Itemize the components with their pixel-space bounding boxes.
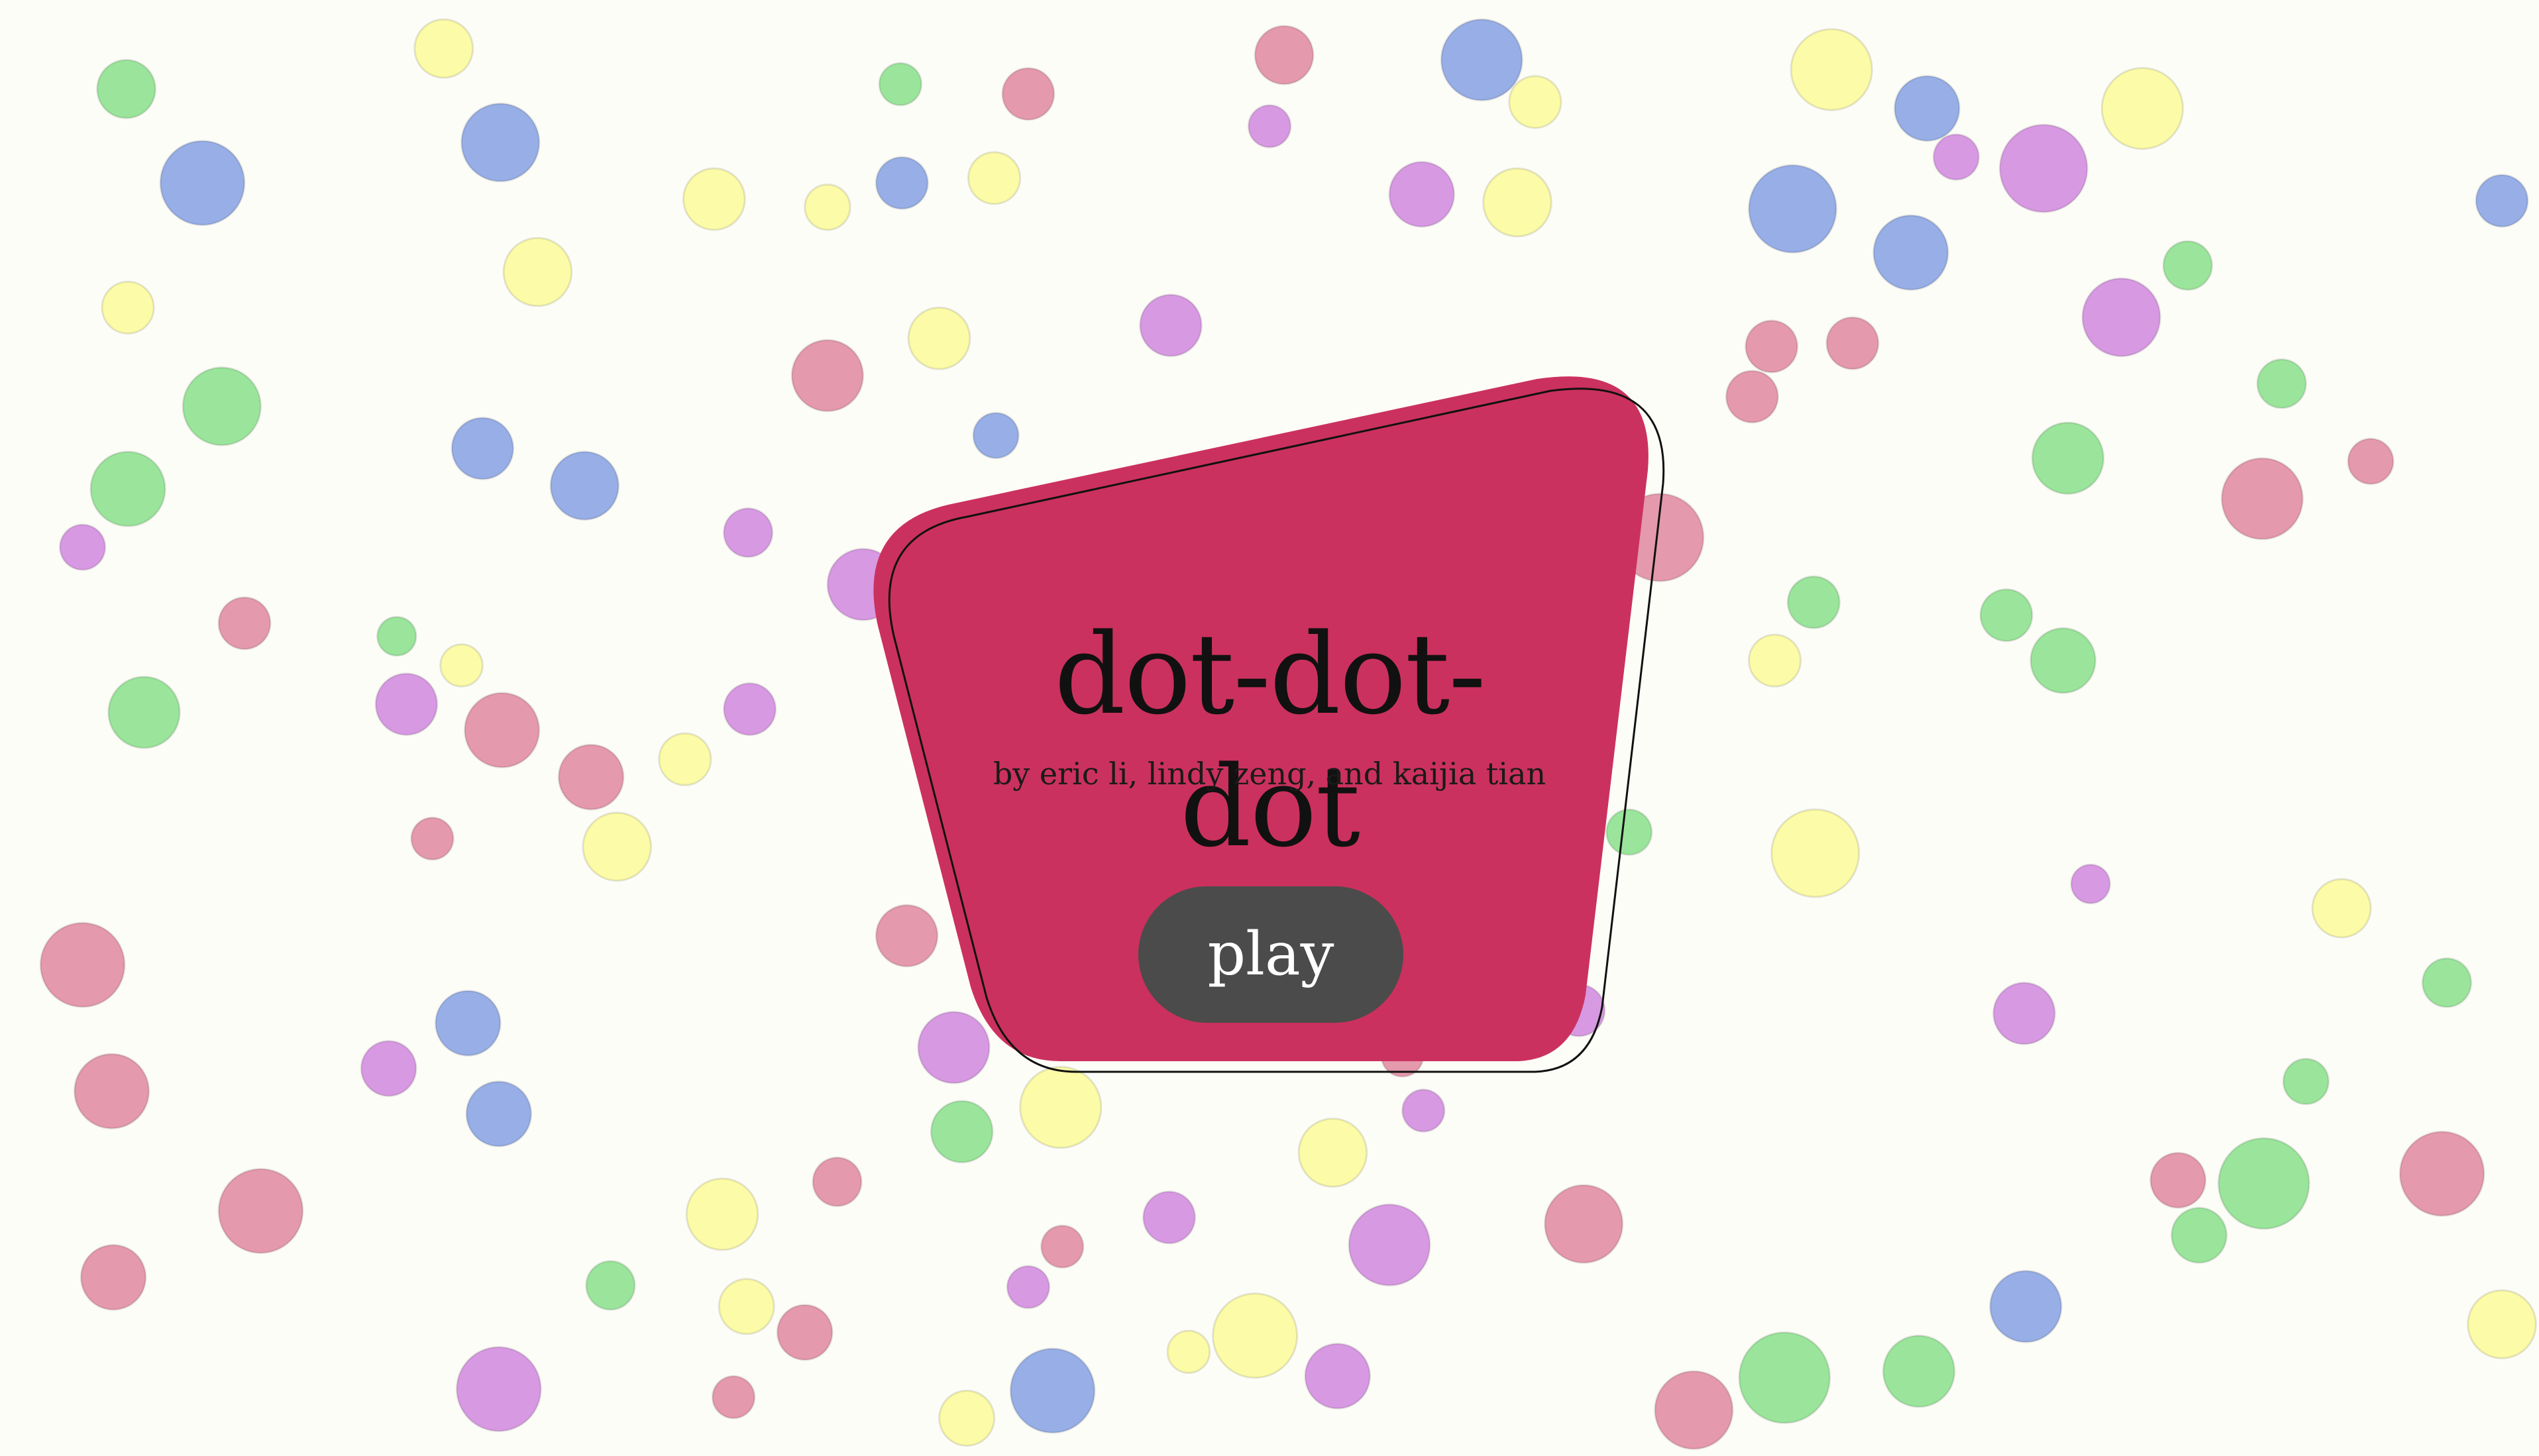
- game-credits: by eric li, lindy zeng, and kaijia tian: [993, 756, 1546, 792]
- game-title: dot-dot-dot: [1054, 609, 1486, 872]
- play-button[interactable]: play: [1138, 886, 1403, 1023]
- game-screen: dot-dot-dot by eric li, lindy zeng, and …: [0, 0, 2539, 1456]
